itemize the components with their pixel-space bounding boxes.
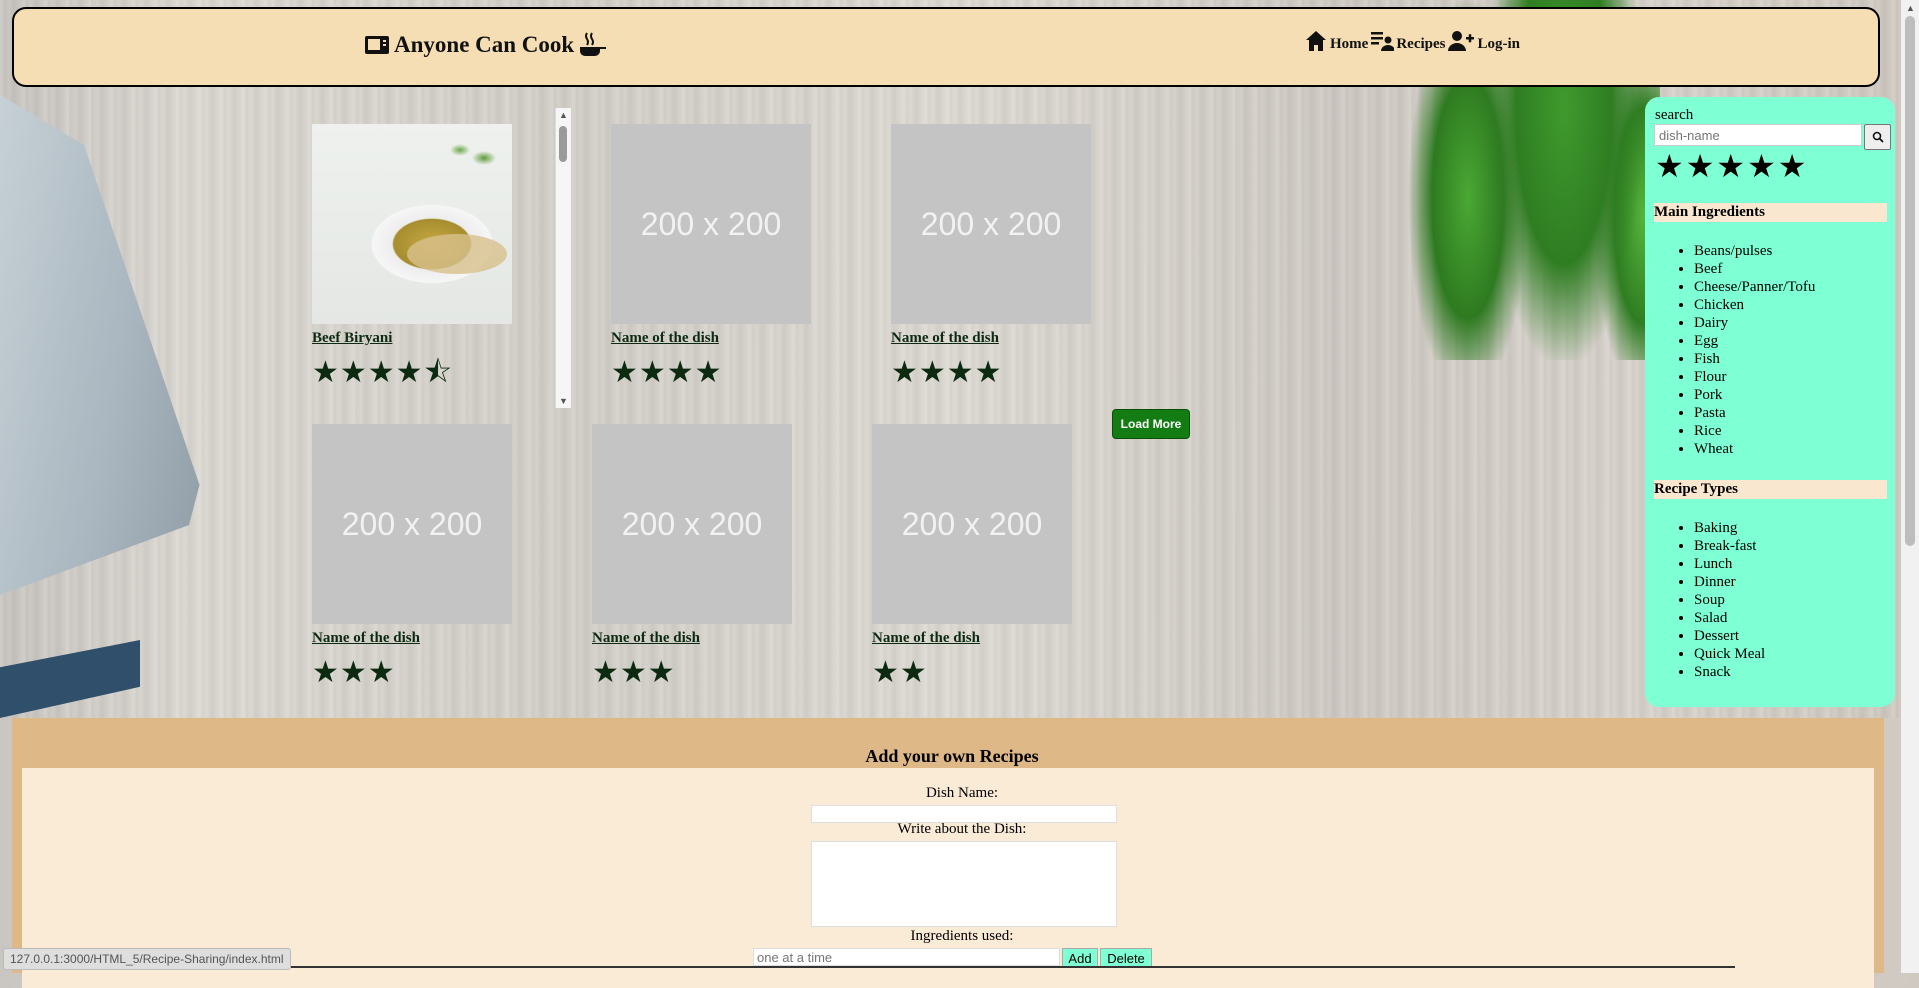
dish-placeholder-image[interactable]: 200 x 200	[592, 424, 792, 624]
dish-title-link[interactable]: Name of the dish	[872, 630, 1072, 647]
recipe-card[interactable]: 200 x 200 Name of the dish ★★★★	[611, 124, 811, 389]
about-dish-textarea[interactable]	[811, 841, 1117, 927]
recipe-card[interactable]: 200 x 200 Name of the dish ★★	[872, 424, 1072, 689]
add-ingredient-button[interactable]: Add	[1062, 948, 1098, 968]
site-header: Anyone Can Cook Home Recipes Log-in	[12, 7, 1880, 87]
ingredient-item[interactable]: Flour	[1694, 368, 1815, 386]
brand-title: Anyone Can Cook	[394, 32, 575, 57]
recipe-type-item[interactable]: Snack	[1694, 663, 1765, 681]
nav-recipes[interactable]: Recipes	[1370, 29, 1445, 53]
ingredient-item[interactable]: Wheat	[1694, 440, 1815, 458]
ingredient-item[interactable]: Rice	[1694, 422, 1815, 440]
load-more-button[interactable]: Load More	[1112, 409, 1190, 439]
dish-placeholder-image[interactable]: 200 x 200	[312, 424, 512, 624]
rating-stars: ★★★★⯪	[312, 356, 453, 389]
ingredient-item[interactable]: Beef	[1694, 260, 1815, 278]
ingredient-item[interactable]: Dairy	[1694, 314, 1815, 332]
dish-title-link[interactable]: Name of the dish	[312, 630, 512, 647]
recipe-types-heading: Recipe Types	[1654, 480, 1887, 499]
divider	[170, 966, 1735, 968]
recipe-card[interactable]: Beef Biryani ★★★★⯪	[312, 124, 512, 389]
card-scroll-thumb[interactable]	[559, 126, 567, 162]
dish-placeholder-image[interactable]: 200 x 200	[872, 424, 1072, 624]
about-dish-label: Write about the Dish:	[897, 821, 1027, 837]
recipe-type-item[interactable]: Dinner	[1694, 573, 1765, 591]
cooking-pot-icon	[580, 32, 607, 56]
recipe-card[interactable]: 200 x 200 Name of the dish ★★★★	[891, 124, 1091, 389]
dish-placeholder-image[interactable]: 200 x 200	[611, 124, 811, 324]
page-scroll-up-icon[interactable]: ▲	[1906, 3, 1915, 13]
delete-ingredient-button[interactable]: Delete	[1100, 948, 1152, 968]
dish-title-link[interactable]: Name of the dish	[611, 330, 811, 347]
filter-sidebar: search ★★★★★ Main Ingredients Beans/puls…	[1645, 97, 1895, 707]
search-icon	[1872, 131, 1884, 143]
rating-stars: ★★★★	[891, 356, 1003, 389]
page-scroll-thumb[interactable]	[1905, 16, 1915, 546]
ingredients-label: Ingredients used:	[910, 928, 1014, 944]
recipe-type-item[interactable]: Baking	[1694, 519, 1765, 537]
dish-placeholder-image[interactable]: 200 x 200	[891, 124, 1091, 324]
page-scrollbar[interactable]: ▲	[1901, 0, 1919, 973]
ingredient-item[interactable]: Chicken	[1694, 296, 1815, 314]
recipe-types-list: Baking Break-fast Lunch Dinner Soup Sala…	[1694, 519, 1765, 681]
recipe-type-item[interactable]: Break-fast	[1694, 537, 1765, 555]
recipe-type-item[interactable]: Lunch	[1694, 555, 1765, 573]
home-icon	[1306, 31, 1326, 51]
nav-recipes-label: Recipes	[1396, 36, 1446, 52]
rating-stars: ★★	[872, 656, 928, 689]
rating-filter-stars[interactable]: ★★★★★	[1655, 147, 1808, 185]
nav-login[interactable]: Log-in	[1447, 29, 1520, 53]
rating-stars: ★★★	[592, 656, 676, 689]
recipes-icon	[1371, 32, 1395, 51]
search-button[interactable]	[1864, 124, 1891, 150]
brand[interactable]: Anyone Can Cook	[364, 31, 607, 59]
recipe-type-item[interactable]: Quick Meal	[1694, 645, 1765, 663]
main-nav: Home Recipes Log-in	[1304, 29, 1520, 53]
ingredient-item[interactable]: Pasta	[1694, 404, 1815, 422]
dish-title-link[interactable]: Name of the dish	[891, 330, 1091, 347]
nav-home[interactable]: Home	[1304, 29, 1368, 53]
dish-title-link[interactable]: Beef Biryani	[312, 330, 512, 347]
main-ingredients-heading: Main Ingredients	[1654, 203, 1887, 222]
recipe-card[interactable]: 200 x 200 Name of the dish ★★★	[592, 424, 792, 689]
search-label: search	[1655, 107, 1694, 123]
status-bar-url: 127.0.0.1:3000/HTML_5/Recipe-Sharing/ind…	[3, 948, 291, 970]
scroll-down-arrow-icon[interactable]: ▼	[559, 396, 568, 406]
card-scrollbar[interactable]: ▲ ▼	[555, 108, 571, 408]
add-recipe-form: Dish Name: Write about the Dish: Ingredi…	[22, 768, 1874, 988]
dish-name-label: Dish Name:	[925, 785, 999, 801]
recipe-type-item[interactable]: Soup	[1694, 591, 1765, 609]
add-user-icon	[1448, 31, 1475, 51]
ingredient-item[interactable]: Cheese/Panner/Tofu	[1694, 278, 1815, 296]
recipe-type-item[interactable]: Salad	[1694, 609, 1765, 627]
rating-stars: ★★★	[312, 656, 396, 689]
add-recipe-section: Dish Name: Write about the Dish: Ingredi…	[12, 718, 1884, 988]
rating-stars: ★★★★	[611, 356, 723, 389]
ingredient-item[interactable]: Fish	[1694, 350, 1815, 368]
ingredient-input[interactable]	[753, 948, 1060, 966]
ingredient-item[interactable]: Beans/pulses	[1694, 242, 1815, 260]
microwave-icon	[365, 36, 389, 54]
recipe-type-item[interactable]: Dessert	[1694, 627, 1765, 645]
dish-title-link[interactable]: Name of the dish	[592, 630, 792, 647]
ingredient-item[interactable]: Egg	[1694, 332, 1815, 350]
recipe-card[interactable]: 200 x 200 Name of the dish ★★★	[312, 424, 512, 689]
nav-home-label: Home	[1330, 36, 1369, 52]
add-recipe-title: Add your own Recipes	[865, 746, 1039, 766]
main-ingredients-list: Beans/pulses Beef Cheese/Panner/Tofu Chi…	[1694, 242, 1815, 458]
dish-photo[interactable]	[312, 124, 512, 324]
ingredient-item[interactable]: Pork	[1694, 386, 1815, 404]
scroll-up-arrow-icon[interactable]: ▲	[559, 110, 568, 120]
nav-login-label: Log-in	[1477, 36, 1520, 52]
search-input[interactable]	[1654, 124, 1862, 146]
